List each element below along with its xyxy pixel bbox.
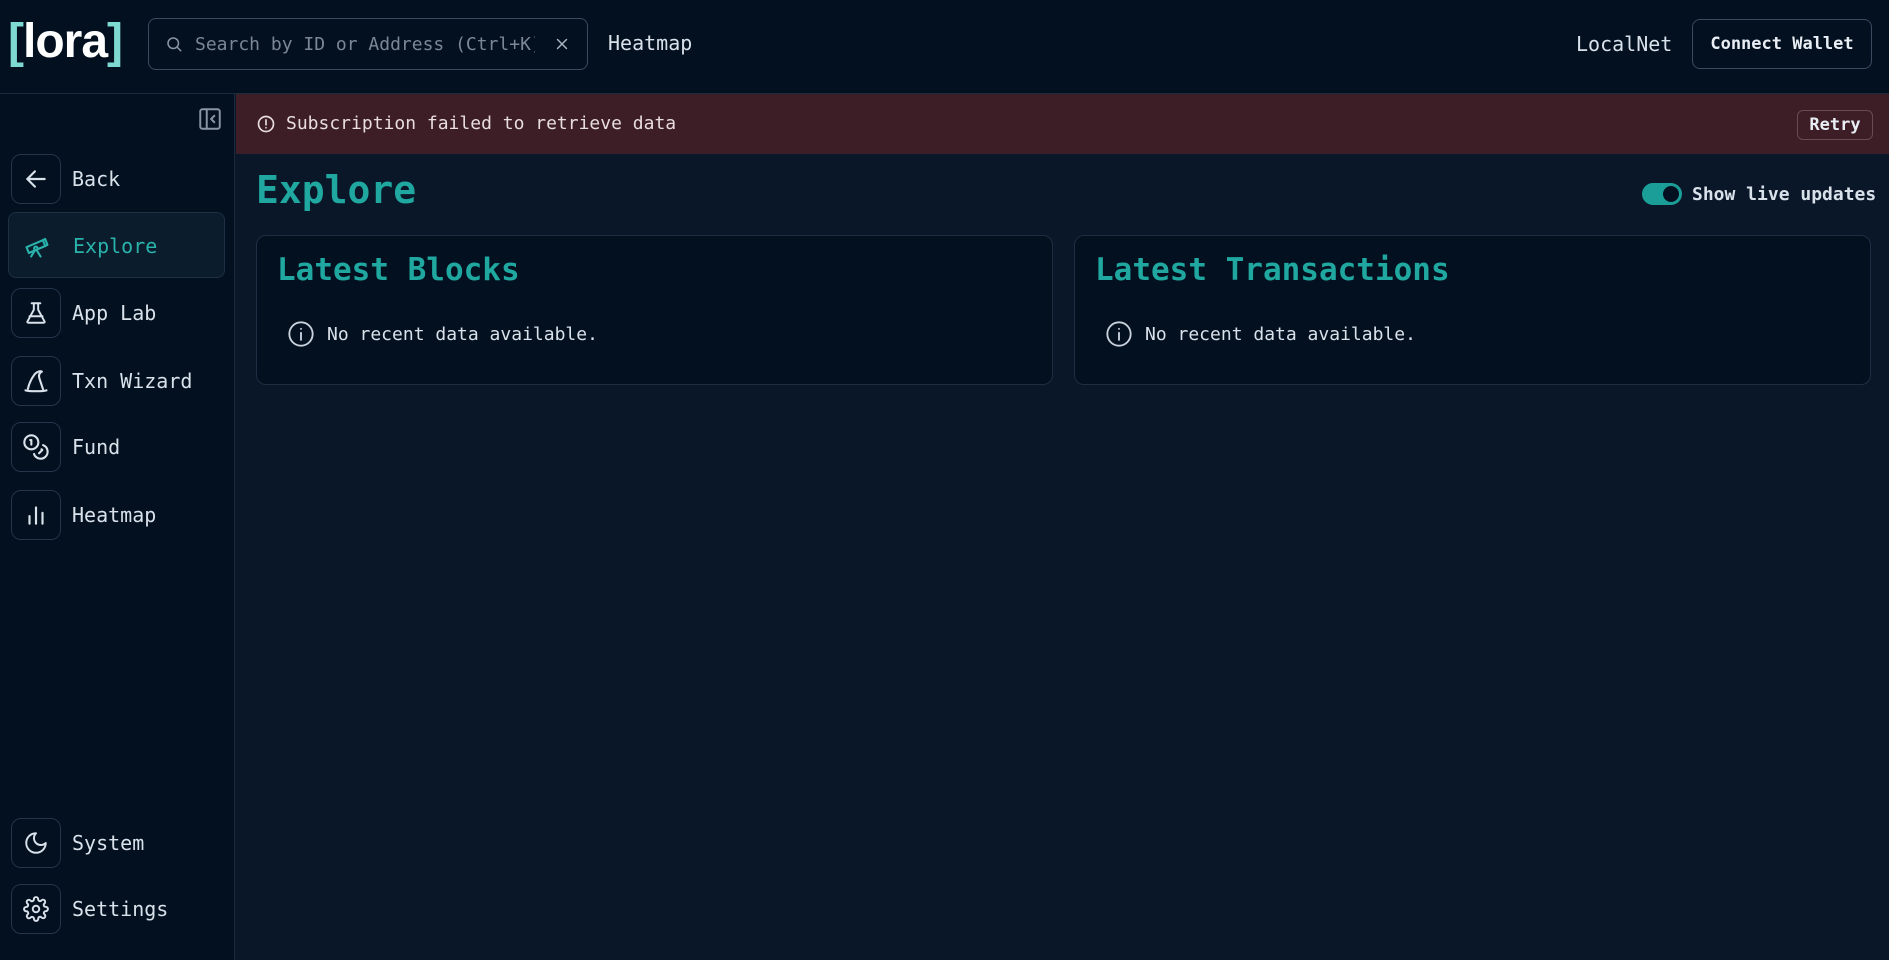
- sidebar-item-label: Fund: [72, 435, 121, 459]
- search-box: [148, 18, 588, 70]
- sidebar-item-label: System: [72, 831, 145, 855]
- sidebar-item-label: Explore: [73, 234, 158, 258]
- card-title: Latest Blocks: [277, 252, 520, 288]
- latest-transactions-card: Latest Transactions No recent data avail…: [1074, 235, 1871, 385]
- clear-search-icon[interactable]: [553, 35, 571, 53]
- logo-word: lora: [22, 15, 108, 68]
- gear-icon: [11, 884, 61, 934]
- sidebar-item-settings[interactable]: Settings: [8, 876, 225, 942]
- sidebar-item-label: Back: [72, 167, 121, 191]
- card-title: Latest Transactions: [1095, 252, 1450, 288]
- arrow-left-icon: [11, 154, 61, 204]
- search-input[interactable]: [195, 29, 535, 59]
- retry-button[interactable]: Retry: [1797, 110, 1873, 140]
- wizard-hat-icon: [11, 356, 61, 406]
- empty-state-message: No recent data available.: [1145, 324, 1416, 345]
- sidebar-item-app-lab[interactable]: App Lab: [8, 280, 225, 346]
- alert-circle-icon: [257, 115, 275, 133]
- sidebar: Back Explore App Lab Txn Wizard Fund Hea…: [0, 94, 235, 960]
- moon-icon: [11, 818, 61, 868]
- search-icon: [167, 37, 182, 52]
- live-updates-toggle[interactable]: Show live updates: [1642, 183, 1876, 205]
- error-banner: Subscription failed to retrieve data Ret…: [236, 94, 1889, 154]
- sidebar-item-system-theme[interactable]: System: [8, 810, 225, 876]
- sidebar-item-label: Heatmap: [72, 503, 157, 527]
- latest-blocks-card: Latest Blocks No recent data available.: [256, 235, 1053, 385]
- page-title: Explore: [256, 168, 417, 212]
- info-icon: [1106, 321, 1132, 347]
- telescope-icon: [12, 221, 62, 271]
- sidebar-item-label: Txn Wizard: [72, 369, 193, 393]
- info-icon: [288, 321, 314, 347]
- toggle-knob: [1663, 186, 1679, 202]
- toggle-switch[interactable]: [1642, 183, 1682, 205]
- sidebar-item-label: Settings: [72, 897, 169, 921]
- sidebar-item-txn-wizard[interactable]: Txn Wizard: [8, 348, 225, 414]
- flask-icon: [11, 288, 61, 338]
- sidebar-item-fund[interactable]: Fund: [8, 414, 225, 480]
- logo-right-bracket: ]: [107, 15, 123, 68]
- connect-wallet-button[interactable]: Connect Wallet: [1692, 19, 1872, 69]
- error-message: Subscription failed to retrieve data: [286, 113, 677, 134]
- sidebar-item-heatmap[interactable]: Heatmap: [8, 482, 225, 548]
- collapse-sidebar-icon[interactable]: [197, 106, 223, 132]
- bar-chart-icon: [11, 490, 61, 540]
- sidebar-item-label: App Lab: [72, 301, 157, 325]
- coins-icon: [11, 422, 61, 472]
- network-selector[interactable]: LocalNet: [1576, 32, 1672, 56]
- sidebar-item-back[interactable]: Back: [8, 146, 225, 212]
- heatmap-nav-link[interactable]: Heatmap: [608, 31, 692, 55]
- toggle-label: Show live updates: [1692, 183, 1877, 205]
- top-header: [lora] Heatmap LocalNet Connect Wallet: [0, 0, 1889, 94]
- lora-logo[interactable]: [lora]: [8, 15, 123, 68]
- logo-left-bracket: [: [8, 15, 24, 68]
- sidebar-item-explore[interactable]: Explore: [8, 212, 225, 278]
- empty-state-message: No recent data available.: [327, 324, 598, 345]
